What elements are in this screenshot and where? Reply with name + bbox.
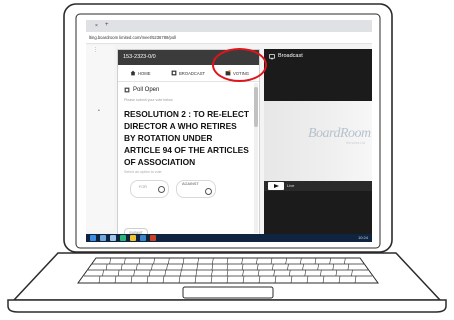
panel-scrollbar-thumb[interactable]	[254, 87, 258, 127]
tab-close-icon[interactable]: ×	[95, 23, 98, 29]
broadcast-header: Broadcast	[264, 49, 372, 64]
browser-tab-bar: × +	[86, 20, 372, 32]
play-icon[interactable]	[268, 182, 284, 190]
nav-broadcast-label: BROADCAST	[179, 70, 206, 76]
vote-option-against[interactable]: AGAINST	[176, 180, 216, 198]
sidebar-marker-icon: ⋮	[93, 47, 98, 53]
mail-icon[interactable]	[150, 235, 156, 241]
start-icon[interactable]	[90, 235, 96, 241]
video-controls: Live	[264, 181, 372, 191]
taskbar-tray-clock: 10:24	[357, 235, 368, 240]
new-tab-icon[interactable]: +	[105, 22, 109, 28]
monitor-icon	[269, 53, 275, 59]
radio-against[interactable]	[205, 188, 212, 195]
explorer-icon[interactable]	[130, 235, 136, 241]
video-logo: BoardRoom	[308, 126, 371, 141]
broadcast-panel: Broadcast BoardRoom Services Ltd Live	[264, 49, 372, 234]
sidebar-bullet-icon: •	[98, 108, 100, 114]
left-sidebar: ⋮ •	[86, 45, 114, 230]
radio-for[interactable]	[158, 186, 165, 193]
vote-option-for-label: FOR	[139, 185, 148, 189]
nav-broadcast[interactable]: BROADCAST	[171, 70, 205, 76]
video-control-label: Live	[287, 183, 295, 188]
broadcast-title: Broadcast	[278, 53, 303, 59]
nav-home-label: HOME	[138, 70, 151, 76]
vote-options: FOR AGAINST	[124, 180, 249, 200]
poll-title: Poll Open	[133, 87, 160, 93]
vote-option-against-label: AGAINST	[182, 182, 199, 186]
address-bar[interactable]: lting.boardroom limited.com/meet/5236789…	[86, 32, 372, 44]
vote-option-for[interactable]: FOR	[130, 180, 169, 198]
home-icon	[130, 70, 136, 76]
video-logo-sub: Services Ltd	[346, 141, 366, 145]
store-icon[interactable]	[140, 235, 146, 241]
select-option-label: Select an option to vote	[124, 170, 162, 174]
search-icon[interactable]	[100, 235, 106, 241]
broadcast-video[interactable]: BoardRoom Services Ltd	[264, 101, 372, 181]
edge-icon[interactable]	[120, 235, 126, 241]
taskview-icon[interactable]	[110, 235, 116, 241]
resolution-text: RESOLUTION 2 : TO RE-ELECT DIRECTOR A WH…	[124, 109, 250, 167]
os-taskbar: 10:24	[86, 234, 372, 242]
poll-icon	[124, 87, 130, 93]
voting-highlight-circle	[212, 48, 267, 82]
nav-home[interactable]: HOME	[130, 70, 151, 76]
poll-subtitle: Please submit your vote below	[124, 98, 173, 102]
broadcast-icon	[171, 70, 177, 76]
poll-heading: Poll Open	[124, 87, 159, 93]
